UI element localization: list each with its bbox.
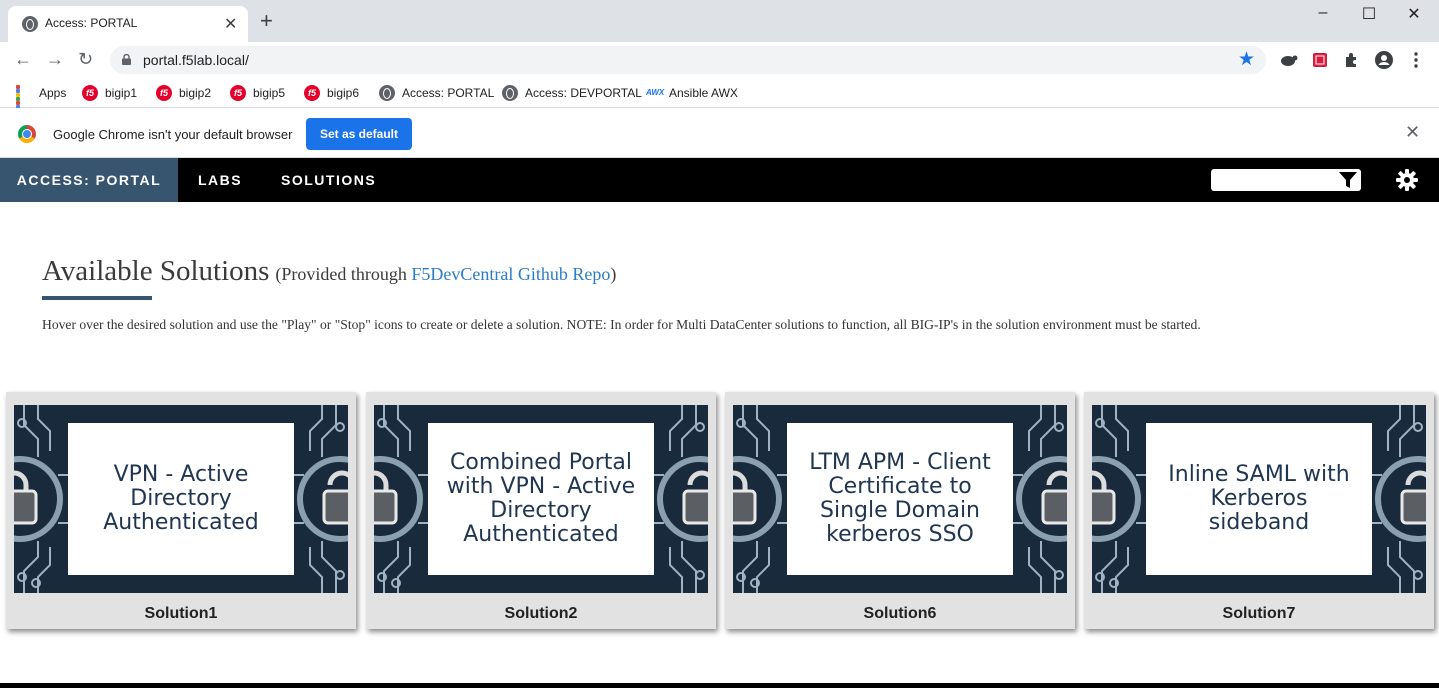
bookmark-label: bigip6 — [327, 86, 360, 100]
bookmark-label: Apps — [39, 86, 67, 100]
solution-image-panel: Inline SAML with Kerberos sideband — [1146, 423, 1372, 575]
app-navbar: ACCESS: PORTAL LABS SOLUTIONS — [0, 158, 1439, 202]
nav-link-solutions[interactable]: SOLUTIONS — [281, 158, 376, 202]
solution-image-text: Combined Portal with VPN - Active Direct… — [446, 450, 636, 547]
f5-logo-icon: f5 — [230, 85, 246, 101]
tab-title: Access: PORTAL — [45, 16, 138, 30]
profile-avatar-icon[interactable] — [1374, 50, 1394, 70]
browser-toolbar: ← → ↻ portal.f5lab.local/ ★ — [0, 42, 1439, 78]
bookmark-label: bigip2 — [179, 86, 212, 100]
bookmark-bigip6[interactable]: f5 bigip6 — [304, 83, 359, 103]
heading-underline — [42, 296, 152, 300]
bookmark-label: bigip1 — [105, 86, 138, 100]
bookmark-label: Access: DEVPORTAL — [525, 86, 642, 100]
globe-icon — [502, 85, 518, 101]
solution-name: Solution7 — [1222, 605, 1296, 622]
minimize-button[interactable]: – — [1308, 4, 1338, 22]
subtitle-suffix: ) — [610, 264, 617, 284]
bookmark-bigip2[interactable]: f5 bigip2 — [156, 83, 211, 103]
infobar-message: Google Chrome isn't your default browser — [53, 127, 293, 142]
extensions-puzzle-icon[interactable] — [1342, 50, 1362, 70]
forward-icon[interactable]: → — [46, 50, 64, 68]
tab-strip: Access: PORTAL ✕ + – ☐ ✕ — [0, 0, 1439, 42]
bookmark-ansible-awx[interactable]: AWX Ansible AWX — [646, 83, 738, 103]
page-title: Available Solutions — [42, 255, 270, 287]
apps-grid-icon — [16, 85, 32, 121]
nav-brand[interactable]: ACCESS: PORTAL — [0, 158, 178, 202]
f5-logo-icon: f5 — [304, 85, 320, 101]
solution-name: Solution2 — [504, 605, 578, 622]
extension-red-icon[interactable] — [1310, 50, 1330, 70]
github-repo-link[interactable]: F5DevCentral Github Repo — [411, 264, 610, 284]
extension-turtle-icon[interactable] — [1278, 50, 1298, 70]
solution-image-panel: VPN - Active Directory Authenticated — [68, 423, 294, 575]
solution-image-panel: LTM APM - Client Certificate to Single D… — [787, 423, 1013, 575]
page-subtitle: (Provided through F5DevCentral Github Re… — [275, 264, 616, 284]
bottom-bar — [0, 683, 1439, 688]
bookmark-access-devportal[interactable]: Access: DEVPORTAL — [502, 83, 642, 103]
f5-logo-icon: f5 — [156, 85, 172, 101]
solution-name: Solution6 — [863, 605, 937, 622]
browser-tab[interactable]: Access: PORTAL ✕ — [8, 6, 248, 42]
reload-icon[interactable]: ↻ — [78, 50, 93, 68]
bookmark-bigip1[interactable]: f5 bigip1 — [82, 83, 137, 103]
solution-image: VPN - Active Directory Authenticated — [14, 405, 348, 593]
bookmark-label: Ansible AWX — [669, 86, 738, 100]
settings-gear-icon[interactable] — [1395, 168, 1419, 192]
lock-icon — [122, 54, 131, 65]
bookmark-access-portal[interactable]: Access: PORTAL — [379, 83, 494, 103]
new-tab-button[interactable]: + — [260, 10, 273, 32]
solution-image: LTM APM - Client Certificate to Single D… — [733, 405, 1067, 593]
page-heading: Available Solutions (Provided through F5… — [42, 255, 616, 288]
solution-image-text: Inline SAML with Kerberos sideband — [1168, 462, 1350, 535]
subtitle-prefix: (Provided through — [275, 264, 412, 284]
solution-card-7[interactable]: Inline SAML with Kerberos sideband Solut… — [1084, 392, 1434, 629]
filter-icon[interactable] — [1338, 171, 1358, 189]
solution-image-text: LTM APM - Client Certificate to Single D… — [809, 450, 991, 547]
bookmark-label: bigip5 — [253, 86, 286, 100]
globe-icon — [22, 16, 38, 32]
nav-link-labs[interactable]: LABS — [198, 158, 242, 202]
solution-card-6[interactable]: LTM APM - Client Certificate to Single D… — [725, 392, 1075, 629]
chrome-logo-icon — [18, 125, 36, 143]
tab-close-icon[interactable]: ✕ — [224, 14, 237, 34]
url-text[interactable]: portal.f5lab.local/ — [143, 52, 249, 68]
bookmark-apps[interactable]: Apps — [16, 83, 67, 121]
solution-card-2[interactable]: Combined Portal with VPN - Active Direct… — [366, 392, 716, 629]
infobar-close-icon[interactable]: ✕ — [1405, 122, 1420, 143]
globe-icon — [379, 85, 395, 101]
back-icon[interactable]: ← — [14, 50, 32, 68]
solution-image-panel: Combined Portal with VPN - Active Direct… — [428, 423, 654, 575]
bookmarks-bar: Apps f5 bigip1 f5 bigip2 f5 bigip5 f5 bi… — [0, 78, 1439, 121]
menu-kebab-icon[interactable] — [1406, 50, 1426, 70]
f5-logo-icon: f5 — [82, 85, 98, 101]
solution-name: Solution1 — [144, 605, 218, 622]
bookmark-label: Access: PORTAL — [402, 86, 495, 100]
solution-image-text: VPN - Active Directory Authenticated — [103, 462, 259, 535]
maximize-button[interactable]: ☐ — [1354, 4, 1384, 24]
set-as-default-button[interactable]: Set as default — [306, 118, 412, 150]
awx-icon: AWX — [646, 88, 665, 97]
bookmark-star-icon[interactable]: ★ — [1238, 48, 1255, 71]
solution-image: Inline SAML with Kerberos sideband — [1092, 405, 1426, 593]
solution-image: Combined Portal with VPN - Active Direct… — [374, 405, 708, 593]
address-bar[interactable]: portal.f5lab.local/ ★ — [110, 46, 1266, 74]
instructions-text: Hover over the desired solution and use … — [42, 317, 1201, 332]
close-window-button[interactable]: ✕ — [1399, 4, 1429, 24]
solution-card-1[interactable]: VPN - Active Directory Authenticated Sol… — [6, 392, 356, 629]
bookmark-bigip5[interactable]: f5 bigip5 — [230, 83, 285, 103]
default-browser-infobar: Google Chrome isn't your default browser… — [0, 108, 1439, 158]
